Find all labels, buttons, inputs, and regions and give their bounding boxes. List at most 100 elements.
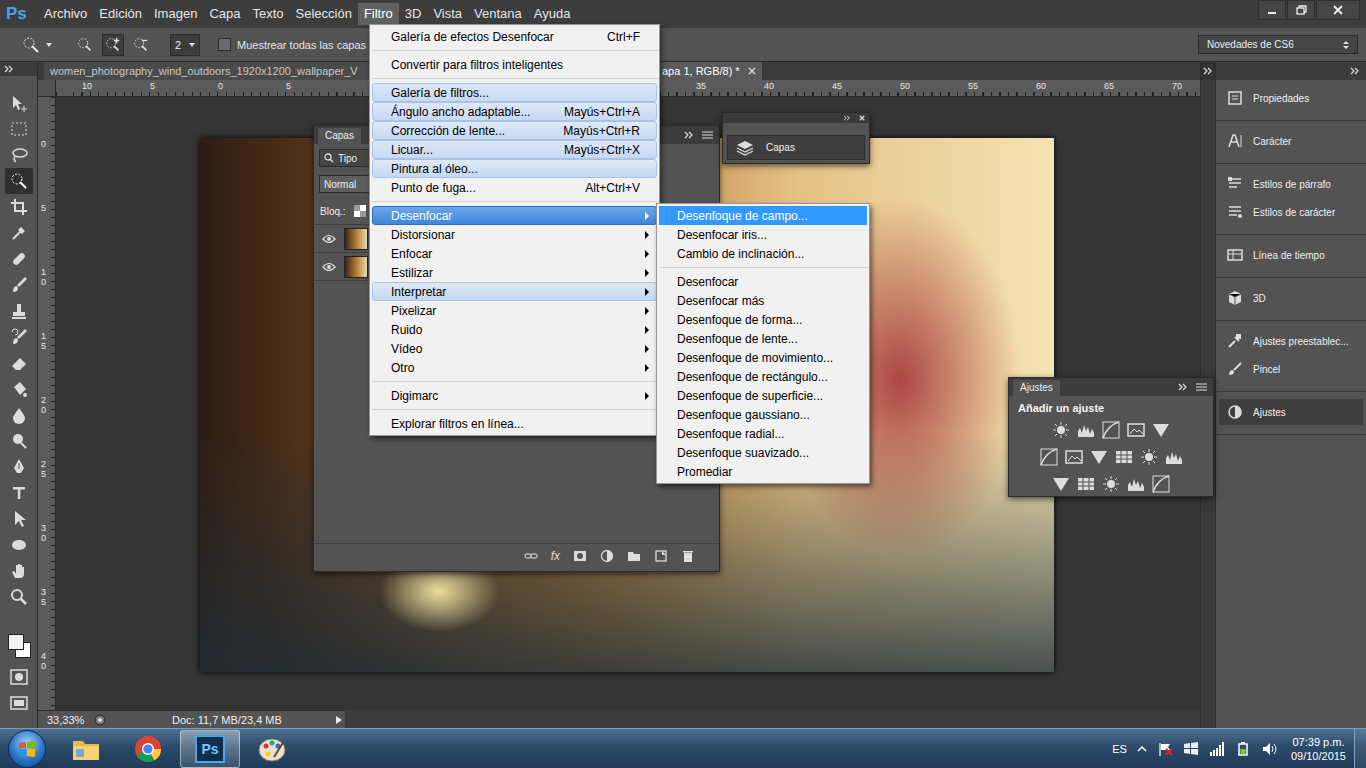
menu-entry[interactable]: Cambio de inclinación... <box>659 244 867 263</box>
menu-entry[interactable]: Galería de filtros... <box>372 83 657 102</box>
adjustment-button[interactable] <box>1052 475 1070 493</box>
adjustment-button[interactable] <box>1152 421 1170 439</box>
menu-entry[interactable]: Otro <box>372 358 657 377</box>
visibility-toggle[interactable] <box>322 260 338 274</box>
menu-entry[interactable]: Convertir para filtros inteligentes <box>372 55 657 74</box>
tool-button[interactable] <box>5 90 33 116</box>
taskbar-app[interactable] <box>118 730 178 768</box>
mask-button[interactable] <box>573 549 587 563</box>
color-swatches[interactable] <box>5 630 33 664</box>
menu-item[interactable]: Vista <box>427 3 468 25</box>
tool-button[interactable] <box>5 246 33 272</box>
clock[interactable]: 07:39 p.m.09/10/2015 <box>1291 735 1346 763</box>
menu-entry[interactable]: Vídeo <box>372 339 657 358</box>
tool-button[interactable] <box>5 584 33 610</box>
panel-button[interactable]: Estilos de párrafo <box>1219 171 1363 197</box>
panel-button[interactable]: Ajustes <box>1219 399 1363 425</box>
menu-entry[interactable]: Ruido <box>372 320 657 339</box>
menu-entry[interactable]: Desenfocar <box>659 272 867 291</box>
selection-mode-button[interactable] <box>74 34 96 56</box>
tool-button[interactable] <box>5 298 33 324</box>
menu-entry[interactable]: Desenfoque de movimiento... <box>659 348 867 367</box>
visibility-toggle[interactable] <box>322 232 338 246</box>
menu-entry[interactable]: Distorsionar <box>372 225 657 244</box>
menu-entry[interactable]: Corrección de lente...Mayús+Ctrl+R <box>372 121 657 140</box>
panel-button[interactable]: Estilos de carácter <box>1219 199 1363 225</box>
panel-button[interactable]: Propiedades <box>1219 85 1363 111</box>
menu-item[interactable]: Archivo <box>38 3 93 25</box>
menu-entry[interactable]: Desenfoque de forma... <box>659 310 867 329</box>
menu-item[interactable]: Ventana <box>468 3 528 25</box>
screen-mode-button[interactable] <box>5 690 33 716</box>
adjustment-layer-button[interactable] <box>600 549 614 563</box>
menu-entry[interactable]: Explorar filtros en línea... <box>372 414 657 433</box>
menu-entry[interactable]: Punto de fuga...Alt+Ctrl+V <box>372 178 657 197</box>
adjustment-button[interactable] <box>1127 475 1145 493</box>
close-button[interactable] <box>1316 0 1360 20</box>
tool-button[interactable] <box>5 272 33 298</box>
menu-entry[interactable]: Desenfocar <box>372 206 657 225</box>
folder-button[interactable] <box>627 549 641 563</box>
panel-button[interactable]: Pincel <box>1219 356 1363 382</box>
menu-item[interactable]: Selección <box>290 3 358 25</box>
adjustment-button[interactable] <box>1077 421 1095 439</box>
adjustment-button[interactable] <box>1090 448 1108 466</box>
menu-entry[interactable]: Desenfoque de rectángulo... <box>659 367 867 386</box>
taskbar-app[interactable] <box>56 730 116 768</box>
menu-entry[interactable]: Desenfoque radial... <box>659 424 867 443</box>
selection-mode-button[interactable] <box>130 34 152 56</box>
adjustment-button[interactable] <box>1077 475 1095 493</box>
tool-button[interactable] <box>5 376 33 402</box>
quick-mask-button[interactable] <box>5 664 33 690</box>
brush-size-field[interactable]: 2 <box>170 34 200 56</box>
start-button[interactable] <box>8 730 46 768</box>
menu-entry[interactable]: Pixelizar <box>372 301 657 320</box>
tool-button[interactable] <box>5 168 33 194</box>
adjustment-button[interactable] <box>1165 448 1183 466</box>
menu-entry[interactable]: Pintura al óleo... <box>372 159 657 178</box>
layers-tab[interactable]: Capas <box>318 128 361 144</box>
menu-item[interactable]: Filtro <box>358 3 399 25</box>
menu-item[interactable]: Edición <box>93 3 148 25</box>
tool-button[interactable] <box>5 324 33 350</box>
tool-button[interactable] <box>5 532 33 558</box>
restore-button[interactable] <box>1287 0 1315 20</box>
menu-entry[interactable]: Desenfoque gaussiano... <box>659 405 867 424</box>
tool-button[interactable] <box>5 428 33 454</box>
tool-button[interactable] <box>5 480 33 506</box>
workspace-dropdown[interactable]: Novedades de CS6 <box>1198 35 1358 54</box>
menu-entry[interactable]: Galería de efectos DesenfocarCtrl+F <box>372 27 657 46</box>
menu-entry[interactable]: Licuar...Mayús+Ctrl+X <box>372 140 657 159</box>
tool-button[interactable] <box>5 402 33 428</box>
menu-entry[interactable]: Promediar <box>659 462 867 481</box>
menu-item[interactable]: Capa <box>203 3 246 25</box>
language-indicator[interactable]: ES <box>1112 743 1127 755</box>
menu-entry[interactable]: Digimarc <box>372 386 657 405</box>
menu-entry[interactable]: Desenfoque de lente... <box>659 329 867 348</box>
menu-entry[interactable]: Interpretar <box>372 282 657 301</box>
adjustment-button[interactable] <box>1127 421 1145 439</box>
foreground-color-swatch[interactable] <box>8 634 24 650</box>
menu-entry[interactable]: Desenfoque suavizado... <box>659 443 867 462</box>
taskbar-app[interactable]: Ps <box>180 730 240 768</box>
layer-style-button[interactable]: fx <box>551 549 560 563</box>
tool-button[interactable] <box>5 116 33 142</box>
checkbox[interactable] <box>218 38 231 51</box>
adjustment-button[interactable] <box>1065 448 1083 466</box>
selection-mode-button[interactable] <box>102 34 124 56</box>
new-layer-button[interactable] <box>654 549 668 563</box>
tool-button[interactable] <box>5 350 33 376</box>
close-tab-button[interactable] <box>748 67 756 75</box>
adjustment-button[interactable] <box>1052 421 1070 439</box>
panel-button[interactable]: Carácter <box>1219 128 1363 154</box>
tool-preset-picker[interactable] <box>20 35 52 55</box>
trash-button[interactable] <box>681 549 695 563</box>
adjustment-button[interactable] <box>1115 448 1133 466</box>
layer-filter-dropdown[interactable]: Tipo <box>319 149 371 167</box>
adjustment-button[interactable] <box>1040 448 1058 466</box>
tool-button[interactable] <box>5 558 33 584</box>
adjustment-button[interactable] <box>1152 475 1170 493</box>
panel-button[interactable]: Ajustes preestablec... <box>1219 328 1363 354</box>
adjustment-button[interactable] <box>1102 421 1120 439</box>
adjustments-tab[interactable]: Ajustes <box>1013 380 1060 396</box>
